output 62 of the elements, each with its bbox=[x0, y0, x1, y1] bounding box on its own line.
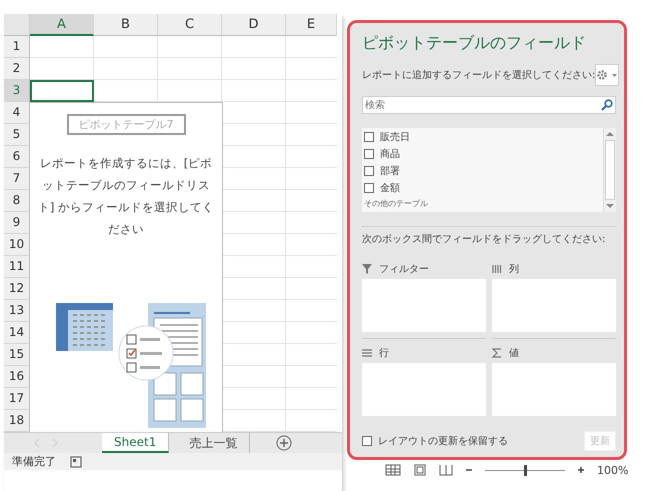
row-header[interactable]: 3 bbox=[4, 80, 30, 102]
row-header[interactable]: 13 bbox=[4, 300, 30, 322]
page-break-icon[interactable] bbox=[439, 464, 453, 476]
field-checkbox[interactable] bbox=[364, 132, 374, 142]
panel-title: ピボットテーブルのフィールド bbox=[362, 33, 586, 54]
zoom-level-text: 100% bbox=[597, 464, 628, 476]
column-header[interactable]: A bbox=[30, 14, 94, 36]
normal-view-icon[interactable] bbox=[385, 464, 401, 476]
sigma-icon bbox=[492, 348, 502, 358]
row-header[interactable]: 1 bbox=[4, 36, 30, 58]
area-label: 行 bbox=[379, 346, 389, 360]
status-text: 準備完了 bbox=[12, 454, 56, 469]
macro-record-icon[interactable] bbox=[70, 456, 82, 468]
settings-button[interactable] bbox=[595, 64, 620, 86]
defer-update-label[interactable]: レイアウトの更新を保留する bbox=[378, 434, 508, 448]
pivot-instruction-text: レポートを作成するには、[ピボットテーブルのフィールドリスト] からフィールドを選択してください bbox=[36, 155, 216, 238]
row-header[interactable]: 4 bbox=[4, 102, 30, 124]
row-header[interactable]: 8 bbox=[4, 190, 30, 212]
zoom-in-icon[interactable] bbox=[577, 466, 585, 474]
column-header[interactable]: E bbox=[286, 14, 337, 36]
field-label[interactable]: 商品 bbox=[380, 146, 400, 160]
defer-update-checkbox[interactable] bbox=[362, 436, 372, 446]
column-header[interactable]: D bbox=[222, 14, 286, 36]
sheet-tab[interactable]: Sheet1 bbox=[102, 433, 170, 453]
row-header[interactable]: 5 bbox=[4, 124, 30, 146]
area-label: 列 bbox=[509, 262, 519, 276]
field-label[interactable]: 販売日 bbox=[380, 130, 410, 144]
row-header[interactable]: 9 bbox=[4, 212, 30, 234]
column-header[interactable]: B bbox=[94, 14, 158, 36]
scroll-up-icon[interactable] bbox=[606, 131, 614, 137]
rows-icon bbox=[362, 348, 372, 358]
row-header[interactable]: 14 bbox=[4, 322, 30, 344]
pivot-name-label: ピボットテーブル7 bbox=[66, 114, 186, 135]
scrollbar[interactable] bbox=[603, 128, 616, 212]
row-header[interactable]: 7 bbox=[4, 168, 30, 190]
selected-cell[interactable] bbox=[30, 80, 94, 102]
row-header[interactable]: 6 bbox=[4, 146, 30, 168]
row-header[interactable]: 17 bbox=[4, 388, 30, 410]
field-label[interactable]: 部署 bbox=[380, 164, 400, 178]
row-header[interactable]: 16 bbox=[4, 366, 30, 388]
field-checkbox[interactable] bbox=[364, 182, 374, 192]
drag-hint-text: 次のボックス間でフィールドをドラッグしてください: bbox=[362, 233, 606, 246]
row-header[interactable]: 18 bbox=[4, 410, 30, 432]
row-header[interactable]: 11 bbox=[4, 256, 30, 278]
row-header[interactable]: 15 bbox=[4, 344, 30, 366]
row-header[interactable]: 10 bbox=[4, 234, 30, 256]
row-header[interactable]: 12 bbox=[4, 278, 30, 300]
field-checkbox[interactable] bbox=[364, 166, 374, 176]
more-tables-text[interactable]: その他のテーブル bbox=[364, 198, 603, 209]
panel-subtitle: レポートに追加するフィールドを選択してください: bbox=[362, 68, 596, 82]
page-layout-icon[interactable] bbox=[413, 464, 427, 476]
worksheet-grid[interactable]: ピボットテーブル7 レポートを作成するには、[ピボットテーブルのフィールドリスト] からフィールドを選択してください bbox=[30, 36, 337, 432]
scroll-down-icon[interactable] bbox=[606, 203, 614, 209]
filter-icon bbox=[362, 264, 372, 274]
row-header[interactable]: 2 bbox=[4, 58, 30, 80]
column-header[interactable]: C bbox=[158, 14, 222, 36]
area-label: フィルター bbox=[379, 262, 429, 276]
add-sheet-icon[interactable] bbox=[276, 435, 292, 451]
field-checkbox[interactable] bbox=[364, 148, 374, 158]
field-label[interactable]: 金額 bbox=[380, 180, 400, 194]
area-label: 値 bbox=[509, 346, 519, 360]
columns-icon bbox=[492, 264, 502, 274]
